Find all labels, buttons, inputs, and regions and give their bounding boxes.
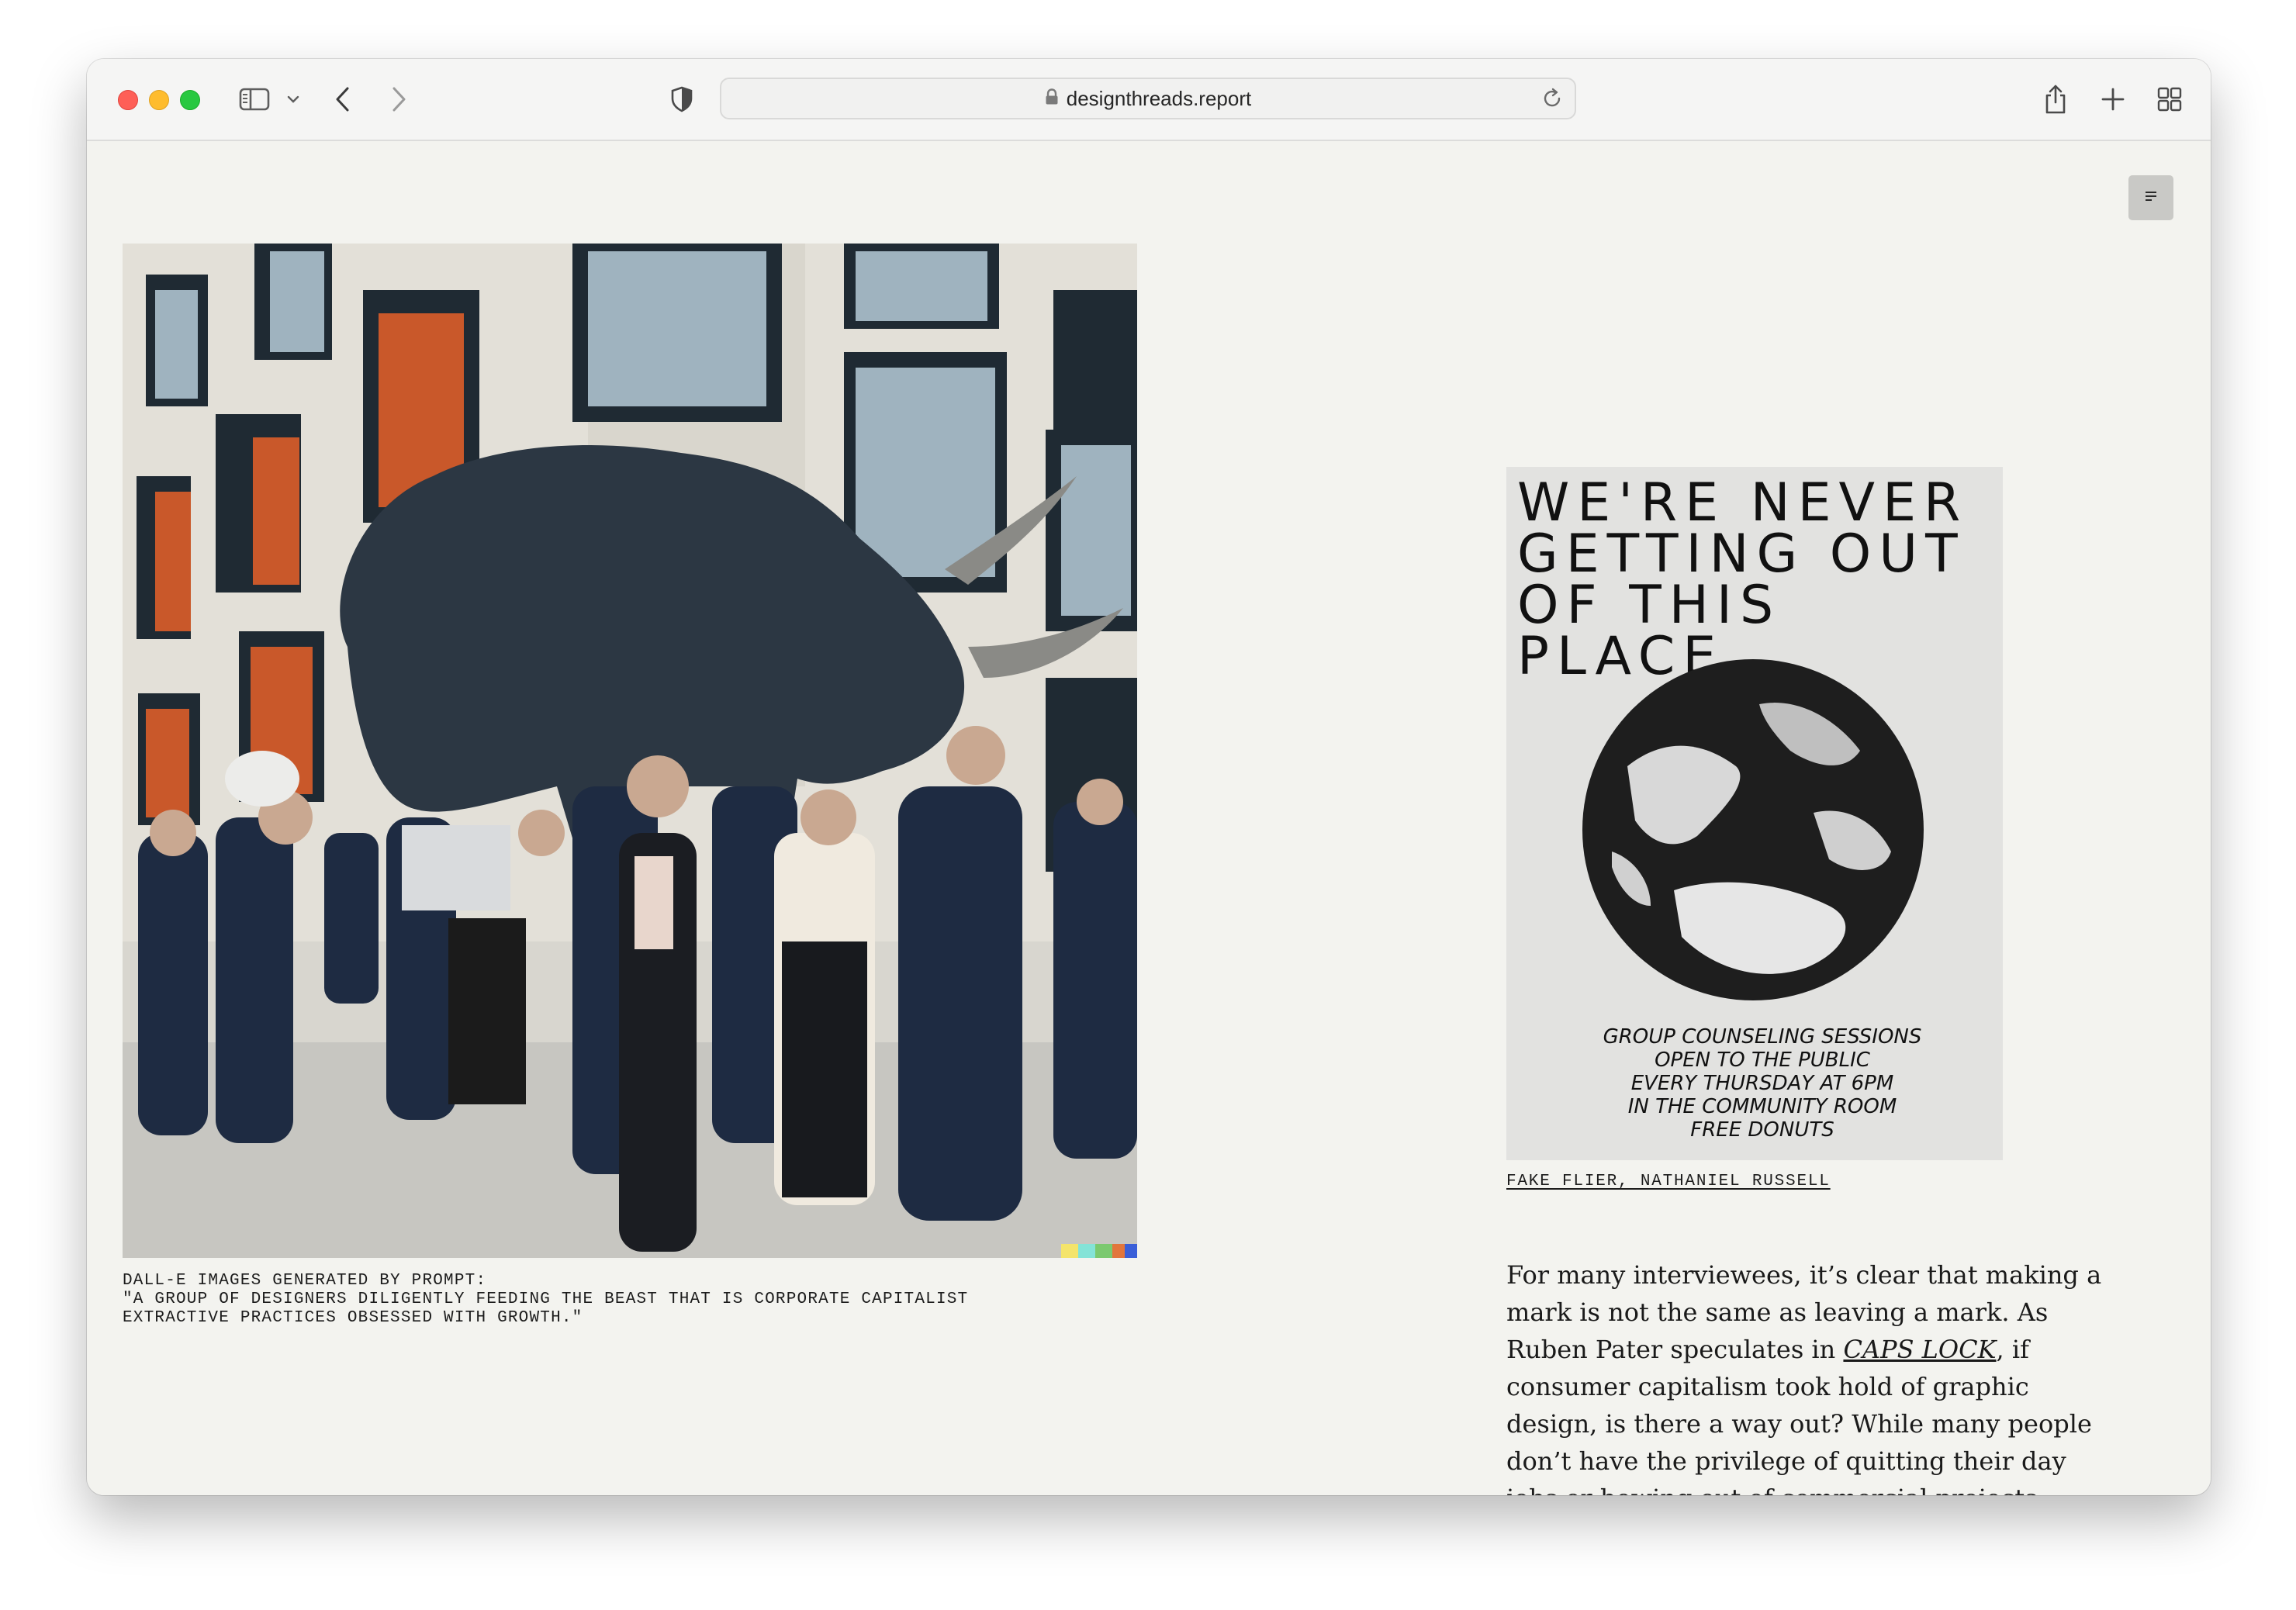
lock-icon (1045, 88, 1059, 109)
reload-icon[interactable] (1540, 87, 1564, 114)
menu-toggle-button[interactable] (2128, 175, 2173, 220)
dalle-generated-image (123, 244, 1137, 1258)
minimize-window-button[interactable] (149, 90, 169, 110)
share-icon[interactable] (2043, 82, 2068, 116)
back-arrow-icon[interactable] (334, 82, 352, 116)
earth-globe-illustration (1582, 659, 1924, 1000)
privacy-shield-icon[interactable] (670, 82, 693, 116)
zoom-window-button[interactable] (180, 90, 200, 110)
chevron-down-icon[interactable] (287, 82, 299, 116)
flier-line-5: FREE DONUTS (1690, 1118, 1834, 1142)
image-caption: DALL-E IMAGES GENERATED BY PROMPT: "A GR… (123, 1272, 969, 1327)
flier-line-1: GROUP COUNSELING SESSIONS (1603, 1025, 1922, 1049)
caps-lock-link[interactable]: CAPS LOCK (1843, 1335, 1996, 1364)
fake-flier-image: WE'RE NEVER GETTING OUT OF THIS PLACE GR… (1506, 467, 2003, 1160)
browser-window: designthreads.report DALL-E IMAGES GENER… (87, 59, 2211, 1495)
flier-line-2: OPEN TO THE PUBLIC (1655, 1049, 1870, 1072)
url-text: designthreads.report (1066, 86, 1252, 110)
flier-details: GROUP COUNSELING SESSIONS OPEN TO THE PU… (1537, 1025, 1987, 1142)
address-bar[interactable]: designthreads.report (720, 78, 1576, 119)
sidebar-toggle-icon[interactable] (239, 82, 270, 116)
close-window-button[interactable] (118, 90, 138, 110)
page-content: DALL-E IMAGES GENERATED BY PROMPT: "A GR… (87, 141, 2211, 1495)
flier-line-4: IN THE COMMUNITY ROOM (1627, 1095, 1897, 1118)
forward-arrow-icon[interactable] (389, 82, 408, 116)
article-paragraph: For many interviewees, it’s clear that m… (1506, 1256, 2119, 1495)
new-tab-icon[interactable] (2101, 82, 2125, 116)
browser-toolbar: designthreads.report (87, 59, 2211, 141)
flier-caption-link[interactable]: FAKE FLIER, NATHANIEL RUSSELL (1506, 1173, 1831, 1190)
flier-headline: WE'RE NEVER GETTING OUT OF THIS PLACE (1517, 472, 1969, 687)
flier-line-3: EVERY THURSDAY AT 6PM (1630, 1072, 1894, 1095)
tab-overview-icon[interactable] (2156, 82, 2183, 116)
menu-lines-icon (2144, 190, 2158, 206)
